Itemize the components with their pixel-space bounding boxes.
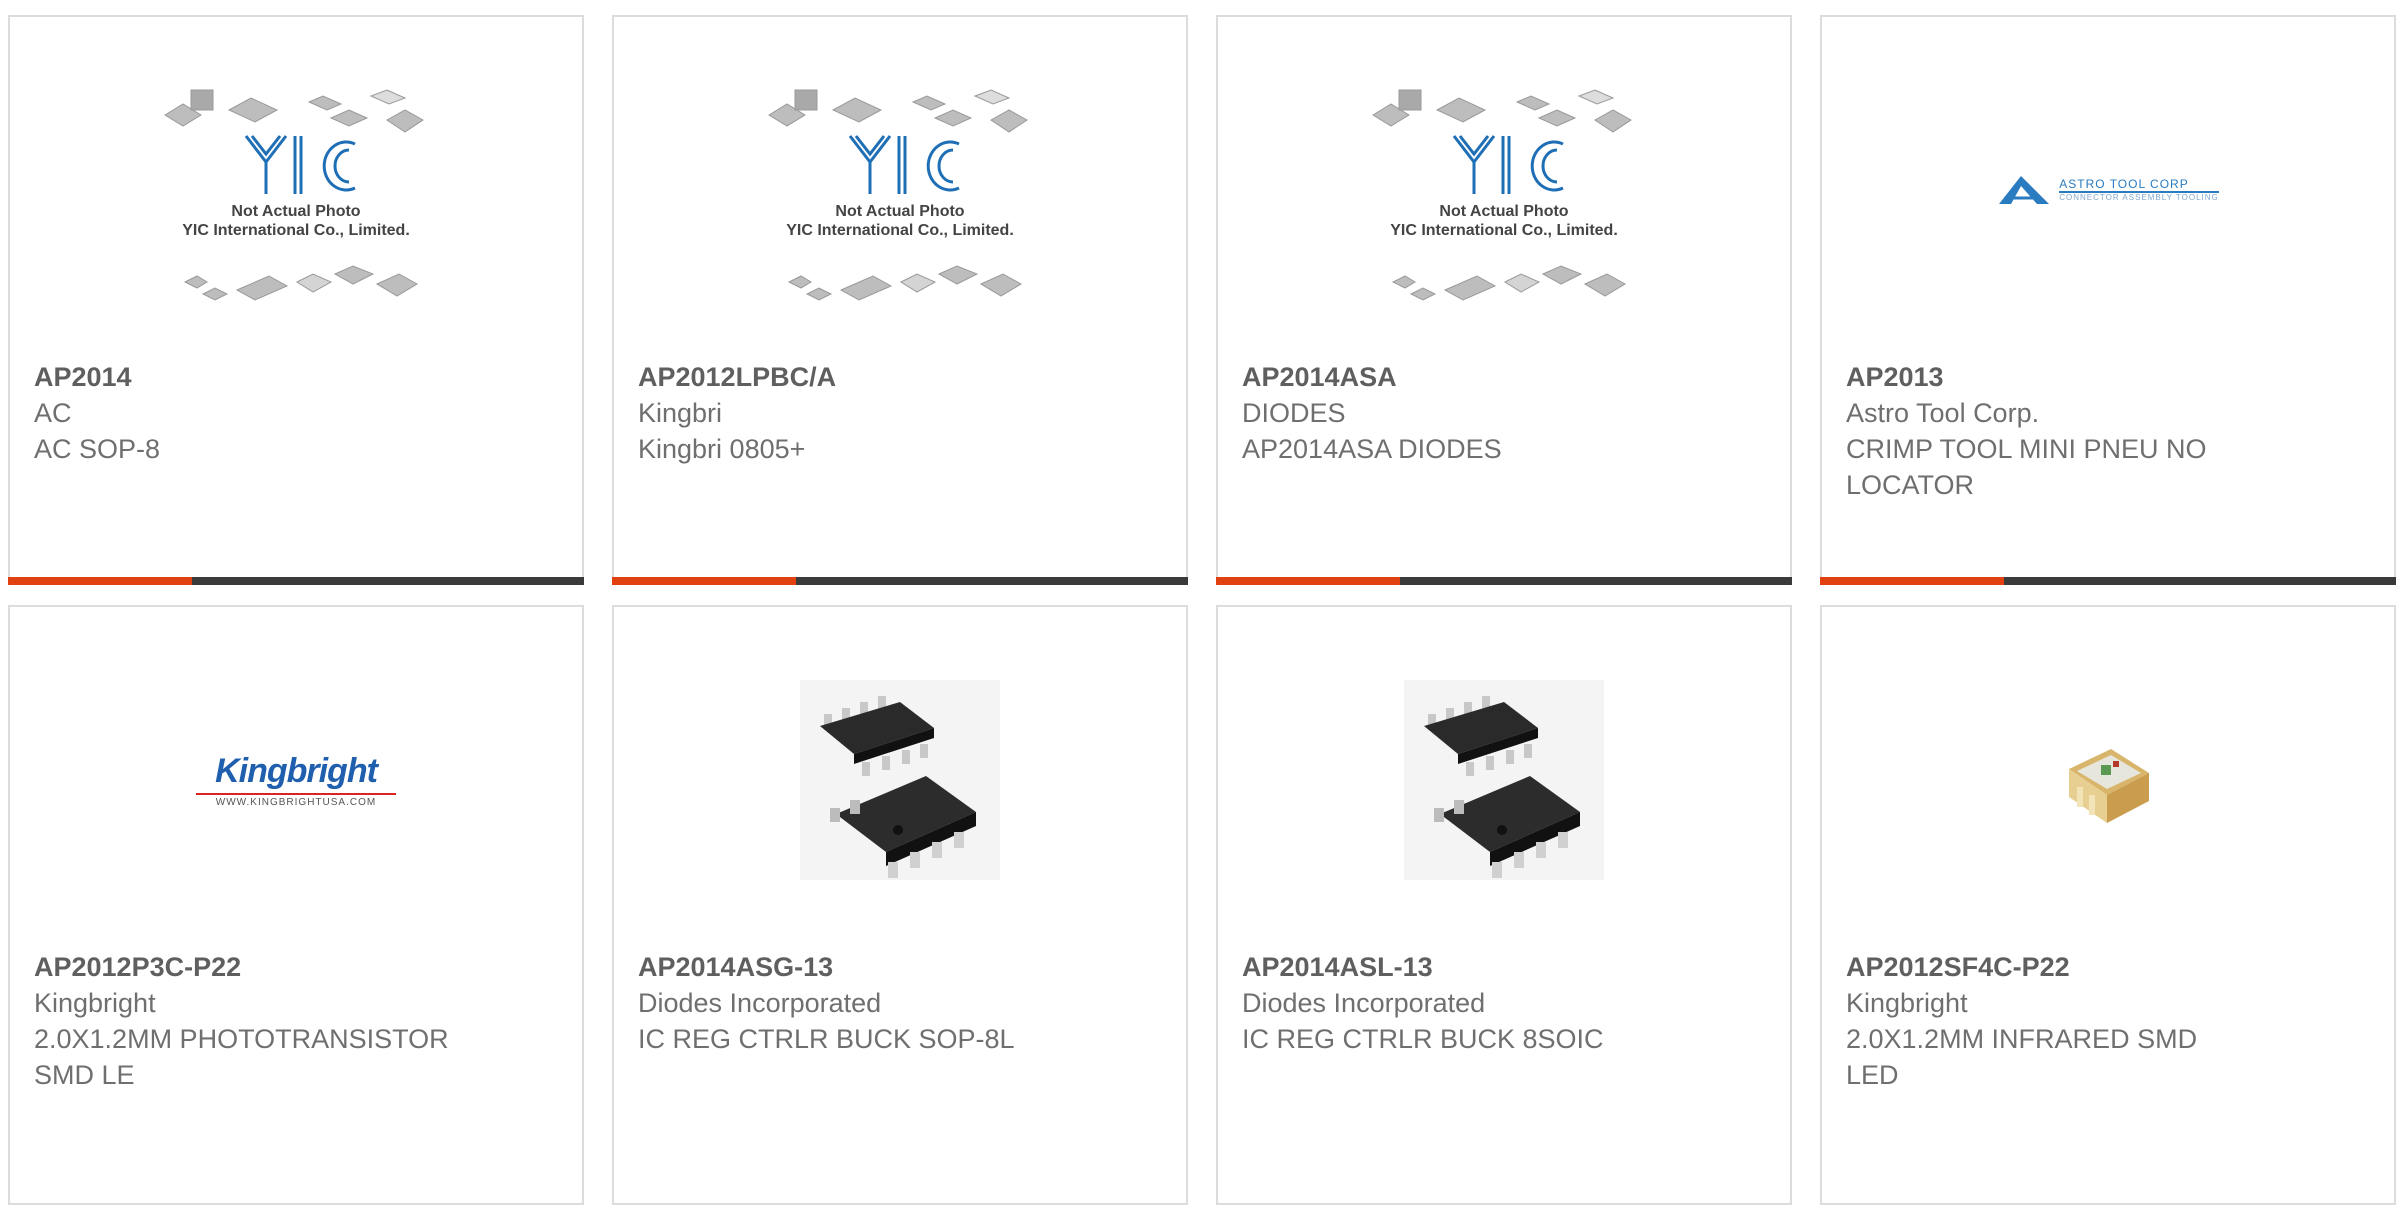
product-image: Not Actual Photo YIC International Co., … [614,17,1186,362]
part-number[interactable]: AP2013 [1846,359,2370,395]
astro-logo-name: ASTRO TOOL CORP [2059,177,2219,193]
yic-placeholder-image: Not Actual Photo YIC International Co., … [161,70,431,310]
product-card[interactable]: Not Actual Photo YIC International Co., … [8,15,584,585]
product-image: Not Actual Photo YIC International Co., … [1218,17,1790,362]
product-card[interactable]: AP2014ASL-13 Diodes Incorporated IC REG … [1216,605,1792,1205]
card-bottom-bar [8,577,584,585]
product-info: AP2012P3C-P22 Kingbright 2.0X1.2MM PHOTO… [34,949,558,1093]
product-info: AP2014ASG-13 Diodes Incorporated IC REG … [638,949,1162,1057]
product-card[interactable]: ASTRO TOOL CORP CONNECTOR ASSEMBLY TOOLI… [1820,15,2396,585]
part-number[interactable]: AP2014ASL-13 [1242,949,1766,985]
product-card[interactable]: Not Actual Photo YIC International Co., … [612,15,1188,585]
part-number[interactable]: AP2012LPBC/A [638,359,1162,395]
product-card[interactable]: Not Actual Photo YIC International Co., … [1216,15,1792,585]
yic-placeholder-image: Not Actual Photo YIC International Co., … [1369,70,1639,310]
manufacturer: Astro Tool Corp. [1846,398,2040,428]
product-card[interactable]: AP2012SF4C-P22 Kingbright 2.0X1.2MM INFR… [1820,605,2396,1205]
card-accent [1820,577,2004,585]
product-card[interactable]: Kingbright WWW.KINGBRIGHTUSA.COM AP2012P… [8,605,584,1205]
astro-logo-tagline: CONNECTOR ASSEMBLY TOOLING [2059,193,2219,202]
manufacturer: Diodes Incorporated [638,988,882,1018]
product-image [1218,607,1790,952]
product-image [1822,607,2394,952]
sop8-chip-image [1404,679,1604,880]
product-info: AP2012SF4C-P22 Kingbright 2.0X1.2MM INFR… [1846,949,2370,1093]
product-image: ASTRO TOOL CORP CONNECTOR ASSEMBLY TOOLI… [1822,17,2394,362]
description: IC REG CTRLR BUCK SOP-8L [638,1024,1015,1054]
product-info: AP2014ASA DIODES AP2014ASA DIODES [1242,359,1766,467]
card-accent [1216,577,1400,585]
kingbright-logo: Kingbright WWW.KINGBRIGHTUSA.COM [196,752,396,808]
description: 2.0X1.2MM PHOTOTRANSISTOR SMD LE [34,1024,449,1090]
part-number[interactable]: AP2012SF4C-P22 [1846,949,2370,985]
manufacturer: Kingbright [34,988,156,1018]
product-image [614,607,1186,952]
description: CRIMP TOOL MINI PNEU NO LOCATOR [1846,434,2207,500]
card-accent [8,577,192,585]
description: AP2014ASA DIODES [1242,434,1502,464]
part-number[interactable]: AP2014ASG-13 [638,949,1162,985]
astro-triangle-icon [1999,175,2050,204]
product-card[interactable]: AP2014ASG-13 Diodes Incorporated IC REG … [612,605,1188,1205]
card-bottom-bar [1216,577,1792,585]
placeholder-line-2: YIC International Co., Limited. [1390,221,1618,239]
card-bottom-bar [612,577,1188,585]
card-bottom-bar [1820,577,2396,585]
astro-tool-logo: ASTRO TOOL CORP CONNECTOR ASSEMBLY TOOLI… [1997,172,2219,208]
kingbright-logo-url: WWW.KINGBRIGHTUSA.COM [215,796,377,808]
product-info: AP2012LPBC/A Kingbri Kingbri 0805+ [638,359,1162,467]
manufacturer: Diodes Incorporated [1242,988,1486,1018]
placeholder-line-2: YIC International Co., Limited. [182,221,410,239]
yic-placeholder-image: Not Actual Photo YIC International Co., … [765,70,1035,310]
description: IC REG CTRLR BUCK 8SOIC [1242,1024,1604,1054]
description: AC SOP-8 [34,434,161,464]
manufacturer: DIODES [1242,398,1346,428]
description: 2.0X1.2MM INFRARED SMD LED [1846,1024,2198,1090]
manufacturer: AC [34,398,72,428]
part-number[interactable]: AP2014 [34,359,558,395]
sop8-chip-image [800,679,1000,880]
product-info: AP2014 AC AC SOP-8 [34,359,558,467]
product-image: Not Actual Photo YIC International Co., … [10,17,582,362]
placeholder-line-1: Not Actual Photo [835,202,965,220]
part-number[interactable]: AP2012P3C-P22 [34,949,558,985]
smd-led-image [2069,748,2149,823]
placeholder-line-1: Not Actual Photo [1439,202,1569,220]
product-image: Kingbright WWW.KINGBRIGHTUSA.COM [10,607,582,952]
placeholder-line-1: Not Actual Photo [231,202,361,220]
card-accent [612,577,796,585]
part-number[interactable]: AP2014ASA [1242,359,1766,395]
kingbright-logo-name: Kingbright [215,751,378,790]
placeholder-line-2: YIC International Co., Limited. [786,221,1014,239]
product-info: AP2013 Astro Tool Corp. CRIMP TOOL MINI … [1846,359,2370,503]
manufacturer: Kingbright [1846,988,1968,1018]
product-info: AP2014ASL-13 Diodes Incorporated IC REG … [1242,949,1766,1057]
manufacturer: Kingbri [638,398,723,428]
description: Kingbri 0805+ [638,434,806,464]
